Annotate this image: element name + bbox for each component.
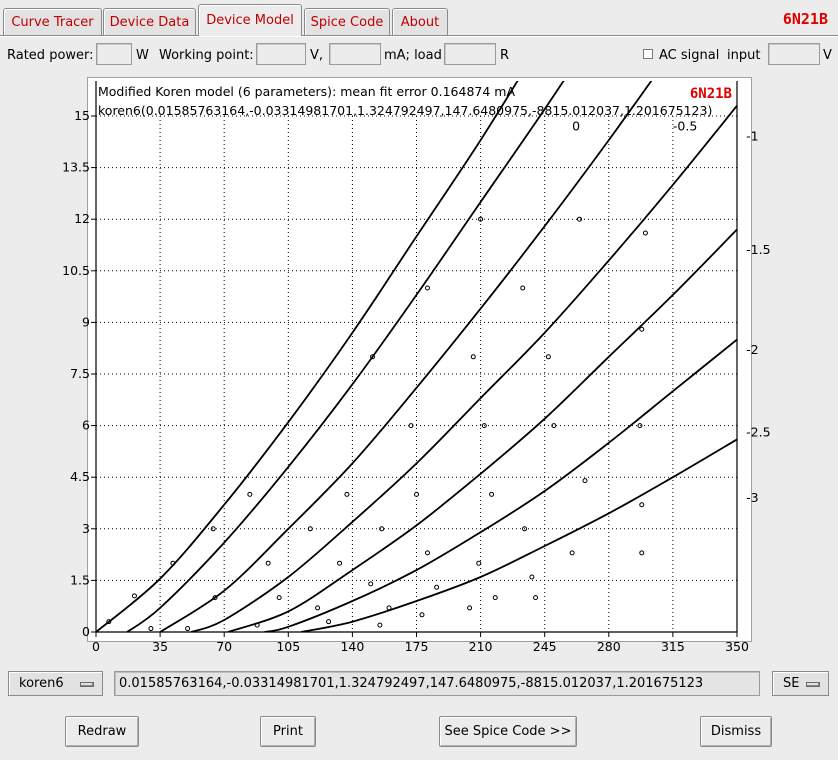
curve-series (227, 228, 737, 632)
data-point (368, 581, 374, 587)
data-point (582, 478, 588, 484)
data-point (639, 550, 645, 556)
chart-title: Modified Koren model (6 parameters): mea… (98, 84, 515, 99)
plate-characteristic-chart: 0 35 70 105 140 175 210 245 280 315 350 0 1.5 3 4.5 6 7.… (62, 81, 771, 654)
grid-voltage-label: -1.5 (746, 242, 770, 257)
curve-series (190, 105, 737, 632)
measured-points (106, 216, 648, 632)
grid-voltage-label: 0 (572, 118, 580, 133)
data-point (529, 574, 535, 580)
x-tick-label: 35 (152, 639, 168, 654)
data-point (489, 491, 495, 497)
data-point (520, 285, 526, 291)
data-point (492, 595, 498, 601)
print-button[interactable]: Print (260, 716, 316, 747)
x-tick-label: 315 (661, 639, 685, 654)
data-point (424, 285, 430, 291)
model-select[interactable]: koren6 (8, 671, 103, 696)
model-select-value: koren6 (19, 676, 64, 691)
mode-select[interactable]: SE (772, 671, 829, 696)
data-point (424, 550, 430, 556)
x-tick-label: 70 (216, 639, 232, 654)
data-point (476, 560, 482, 566)
data-point (276, 595, 282, 601)
data-point (210, 526, 216, 532)
data-point (344, 491, 350, 497)
data-point (639, 326, 645, 332)
x-tick-label: 350 (725, 639, 749, 654)
curve-series (300, 438, 737, 632)
redraw-button[interactable]: Redraw (65, 716, 139, 747)
dismiss-label: Dismiss (710, 724, 762, 739)
data-point (247, 491, 253, 497)
curve-labels: 0 -0.5 -1 -1.5 -2 -2.5 -3 (572, 118, 770, 505)
spice-label: See Spice Code >> (444, 724, 572, 739)
data-point (569, 550, 575, 556)
data-point (639, 502, 645, 508)
data-point (315, 605, 321, 611)
dismiss-button[interactable]: Dismiss (700, 716, 772, 747)
y-tick-label: 15 (74, 108, 90, 123)
tab-device-model[interactable]: Device Model (198, 4, 302, 36)
data-point (386, 605, 392, 611)
y-tick-label: 7.5 (70, 366, 90, 381)
x-tick-label: 140 (340, 639, 364, 654)
x-tick-label: 280 (597, 639, 621, 654)
grid-voltage-label: -2 (746, 342, 758, 357)
data-point (470, 354, 476, 360)
axes: 0 35 70 105 140 175 210 245 280 315 350 0 1.5 3 4.5 6 7.… (62, 81, 749, 654)
data-point (467, 605, 473, 611)
data-point (185, 626, 191, 632)
x-tick-label: 105 (276, 639, 300, 654)
tab-label: Device Model (206, 13, 294, 28)
x-tick-label: 210 (469, 639, 493, 654)
grid-voltage-label: -2.5 (746, 424, 770, 439)
data-point (434, 584, 440, 590)
y-tick-label: 0 (82, 624, 90, 639)
y-tick-label: 3 (82, 521, 90, 536)
data-point (419, 612, 425, 618)
data-point (637, 423, 643, 429)
y-tick-label: 6 (82, 418, 90, 433)
data-point (326, 619, 332, 625)
data-point (533, 595, 539, 601)
chart-subtitle: koren6(0.01585763164,-0.03314981701,1.32… (98, 103, 712, 118)
data-point (337, 560, 343, 566)
y-tick-label: 12 (74, 211, 90, 226)
model-params-field[interactable]: 0.01585763164,-0.03314981701,1.324792497… (114, 671, 760, 696)
grid-voltage-label: -3 (746, 490, 758, 505)
dropdown-indicator-icon (80, 682, 94, 687)
x-tick-label: 0 (92, 639, 100, 654)
y-tick-label: 4.5 (70, 469, 90, 484)
y-tick-label: 10.5 (62, 263, 90, 278)
chart-device-label: 6N21B (690, 86, 732, 102)
data-point (131, 593, 137, 599)
data-point (545, 354, 551, 360)
data-point (642, 230, 648, 236)
x-tick-label: 245 (533, 639, 557, 654)
y-tick-label: 13.5 (62, 160, 90, 175)
grid-voltage-label: -1 (746, 129, 758, 144)
x-tick-label: 175 (405, 639, 429, 654)
grid-voltage-label: -0.5 (673, 118, 697, 133)
curve-series (264, 338, 737, 632)
y-tick-label: 1.5 (70, 572, 90, 587)
data-point (148, 626, 154, 632)
y-tick-label: 9 (82, 314, 90, 329)
data-point (265, 560, 271, 566)
see-spice-code-button[interactable]: See Spice Code >> (439, 716, 577, 747)
data-point (377, 622, 383, 628)
print-label: Print (273, 724, 303, 739)
redraw-label: Redraw (77, 724, 127, 739)
mode-select-value: SE (783, 676, 800, 691)
dropdown-indicator-icon (806, 682, 820, 687)
